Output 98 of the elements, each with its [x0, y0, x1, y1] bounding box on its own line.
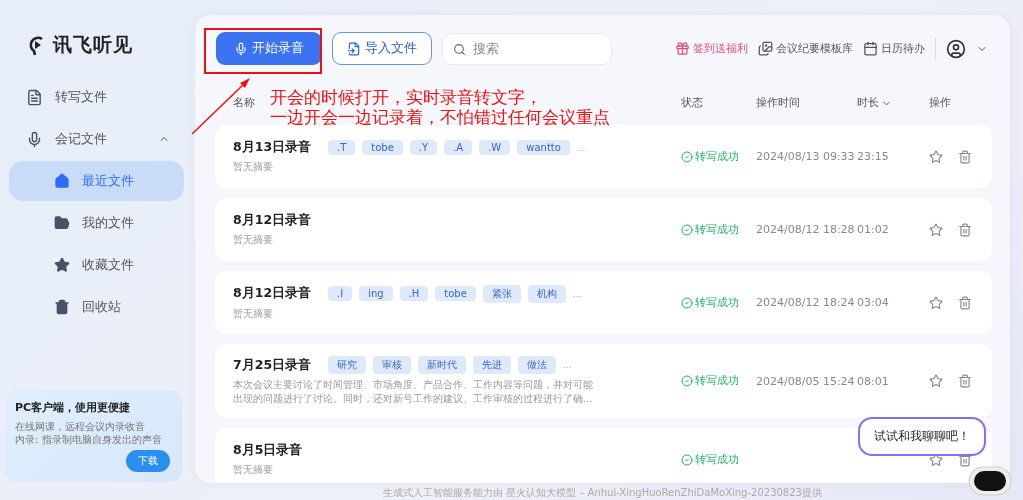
operation-time: 2024/08/12 18:28 [756, 223, 856, 236]
recording-title: 8月13日录音 [233, 139, 313, 156]
duration: 01:02 [857, 223, 890, 236]
recording-summary: 本次会议主要讨论了时间管理、市场角度、产品合作、工作内容等问题，并对可能出现的问题进行了讨论。同时，还对新号工作的建议、工作审核的过程进行了确... [233, 378, 593, 406]
recording-card[interactable]: 7月25日录音 研究 审核 新时代 先进 做法 ... 本次会议主要讨论了时间管理、市场角度、产品合作、工作内容等问题，并对可能出现的问题进行了讨论。同时，还对新号工作的建议、工作审核的过程进行了确... 转写成功 2024/08/05 15:24 08:01 [215, 344, 992, 418]
column-header: 状态 [681, 96, 703, 110]
status-label: 转写成功 [681, 452, 756, 467]
recording-summary: 暂无摘要 [233, 306, 274, 321]
check-circle-icon [681, 453, 693, 466]
folder-icon [54, 215, 70, 231]
recording-summary: 暂无摘要 [233, 160, 274, 174]
keyword-tag: .I [328, 286, 353, 301]
sidebar-item[interactable]: 收藏文件 [9, 245, 184, 285]
recording-summary: 暂无摘要 [233, 233, 274, 247]
keyword-tag: 紧张 [482, 284, 521, 303]
check-circle-icon [681, 150, 693, 163]
recording-title: 7月25日录音 [233, 356, 313, 374]
keyword-tag: 新时代 [418, 356, 466, 374]
avatar-icon[interactable] [946, 38, 966, 59]
star-icon[interactable] [929, 374, 943, 388]
home-icon [54, 173, 70, 189]
keyword-tag: .Y [409, 140, 438, 155]
duration: 03:04 [857, 296, 890, 309]
delete-icon[interactable] [958, 149, 972, 164]
more-tags: ... [572, 288, 582, 299]
calendar-icon [863, 41, 878, 56]
operation-time: 2024/08/13 09:33 [756, 150, 856, 163]
sidebar-item[interactable]: 我的文件 [9, 203, 184, 243]
chat-tooltip[interactable]: 试试和我聊聊吧！ [858, 417, 986, 456]
keyword-tag: tobe [362, 140, 403, 155]
promo-text: 内录: 指录制电脑自身发出的声音 [15, 433, 163, 446]
status-label: 转写成功 [681, 295, 756, 310]
star-icon[interactable] [929, 222, 943, 237]
recording-title: 8月12日录音 [233, 285, 313, 302]
keyword-tag: 先进 [473, 356, 511, 374]
trash-icon [54, 299, 70, 315]
keyword-tag: 机构 [527, 284, 566, 303]
file-import-icon [347, 41, 361, 56]
annotation-text: 开会的时候打开，实时录音转文字， [270, 87, 542, 107]
keyword-tag: .H [399, 286, 429, 301]
status-label: 转写成功 [681, 149, 756, 164]
keyword-tag: 审核 [373, 356, 411, 374]
check-circle-icon [681, 296, 693, 309]
robot-mascot-icon[interactable] [968, 466, 1012, 496]
recording-card[interactable]: 8月13日录音 .T tobe .Y .A .W wantto ... 暂无摘要 转写成功 2024/08/13 09:33 23:15 [215, 125, 992, 188]
column-header: 名称 [233, 96, 255, 110]
app-logo-text: 讯飞听见 [53, 32, 133, 57]
delete-icon[interactable] [958, 295, 972, 310]
column-header[interactable]: 时长 [857, 96, 892, 110]
star-icon [54, 257, 70, 273]
keyword-tag: 研究 [328, 356, 366, 374]
recording-title: 8月12日录音 [233, 212, 313, 229]
microphone-icon [234, 41, 248, 56]
star-icon[interactable] [929, 149, 943, 164]
keyword-tag: ing [359, 286, 393, 301]
duration: 08:01 [857, 374, 890, 388]
keyword-tag: .W [479, 140, 511, 155]
keyword-tag: 做法 [518, 356, 556, 374]
document-icon [26, 88, 43, 106]
pictures-icon [758, 41, 773, 56]
star-icon[interactable] [929, 295, 943, 310]
import-button[interactable]: 导入文件 [332, 32, 432, 65]
operation-time: 2024/08/12 18:24 [756, 296, 856, 309]
sidebar-item[interactable]: 回收站 [9, 287, 184, 327]
footer-text: 生成式人工智能服务能力由 星火认知大模型 – Anhui-XingHuoRenZhiDaMoXing-20230823提供 [383, 486, 822, 500]
check-circle-icon [681, 223, 693, 236]
operation-time: 2024/08/05 15:24 [756, 374, 856, 388]
toolbar-link[interactable]: 日历待办 [863, 41, 925, 56]
status-label: 转写成功 [681, 222, 756, 237]
sidebar-item[interactable]: 会记文件 [9, 119, 184, 159]
annotation-text: 一边开会一边记录着，不怕错过任何会议重点 [270, 107, 610, 127]
toolbar-link[interactable]: 会议纪要模板库 [758, 41, 853, 56]
column-header: 操作 [929, 96, 951, 110]
keyword-tag: .A [444, 140, 473, 155]
recording-card[interactable]: 8月12日录音 .I ing .H tobe 紧张 机构 ... 暂无摘要 转写成功 2024/08/12 18:24 03:04 [215, 271, 992, 334]
delete-icon[interactable] [958, 374, 972, 388]
duration: 23:15 [857, 150, 890, 163]
keyword-tag: tobe [435, 286, 476, 301]
status-label: 转写成功 [681, 374, 756, 388]
search-icon [453, 42, 466, 56]
more-tags: ... [563, 360, 572, 370]
toolbar-link[interactable]: 签到送福利 [675, 41, 748, 56]
column-header: 操作时间 [756, 96, 800, 110]
gift-icon [675, 41, 690, 56]
more-tags: ... [576, 142, 586, 153]
delete-icon[interactable] [958, 222, 972, 237]
promo-text: 在线网课，远程会议内录收音 [15, 420, 146, 433]
promo-title: PC客户端，使用更便捷 [15, 400, 132, 415]
record-button[interactable]: 开始录音 [216, 32, 322, 65]
search-field[interactable]: 搜索 [442, 32, 612, 65]
check-circle-icon [681, 375, 693, 387]
recording-card[interactable]: 8月12日录音 暂无摘要 转写成功 2024/08/12 18:28 01:02 [215, 198, 992, 261]
recording-summary: 暂无摘要 [233, 463, 274, 477]
keyword-tag: .T [328, 140, 356, 155]
sidebar-item[interactable]: 转写文件 [9, 77, 184, 117]
microphone-icon [26, 130, 43, 148]
recording-title: 8月5日录音 [233, 442, 304, 459]
keyword-tag: wantto [517, 140, 570, 155]
